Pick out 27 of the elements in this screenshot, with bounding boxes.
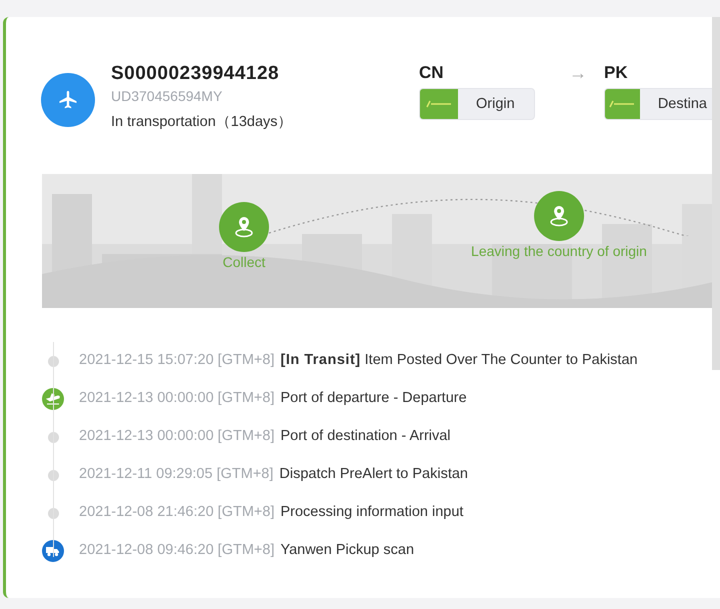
plane-icon (42, 388, 64, 410)
plane-icon (41, 73, 95, 127)
event-time: 2021-12-13 00:00:00 [GTM+8] (79, 389, 274, 408)
event-time: 2021-12-15 15:07:20 [GTM+8] (79, 351, 274, 370)
tracking-number: UD370456594MY (111, 87, 224, 106)
event-description: Yanwen Pickup scan (280, 541, 414, 560)
event-description: [In Transit] Item Posted Over The Counter to Pakistan (280, 351, 638, 370)
scrollbar[interactable] (712, 17, 720, 370)
truck-icon (42, 540, 64, 562)
event-time: 2021-12-11 09:29:05 [GTM+8] (79, 465, 274, 484)
logo-icon (609, 100, 636, 108)
country-code: CN (419, 62, 445, 84)
shipment-status: In transportation（13days） (111, 113, 294, 132)
country-code: PK (604, 62, 629, 84)
event-time: 2021-12-13 00:00:00 [GTM+8] (79, 427, 274, 446)
arrow-icon: → (569, 60, 604, 174)
milestone-label: Collect (222, 253, 266, 272)
event-description: Dispatch PreAlert to Pakistan (279, 465, 468, 484)
milestone-label: Leaving the country of origin (471, 242, 647, 261)
shipment-number: S00000239944128 (111, 62, 280, 86)
event-description: Port of departure - Departure (280, 389, 467, 408)
event-description: Port of destination - Arrival (280, 427, 451, 446)
event-description: Processing information input (280, 503, 464, 522)
event-time: 2021-12-08 09:46:20 [GTM+8] (79, 541, 274, 560)
location-badge: Origin (419, 88, 535, 120)
logo-icon (426, 100, 452, 108)
event-time: 2021-12-08 21:46:20 [GTM+8] (79, 503, 274, 522)
